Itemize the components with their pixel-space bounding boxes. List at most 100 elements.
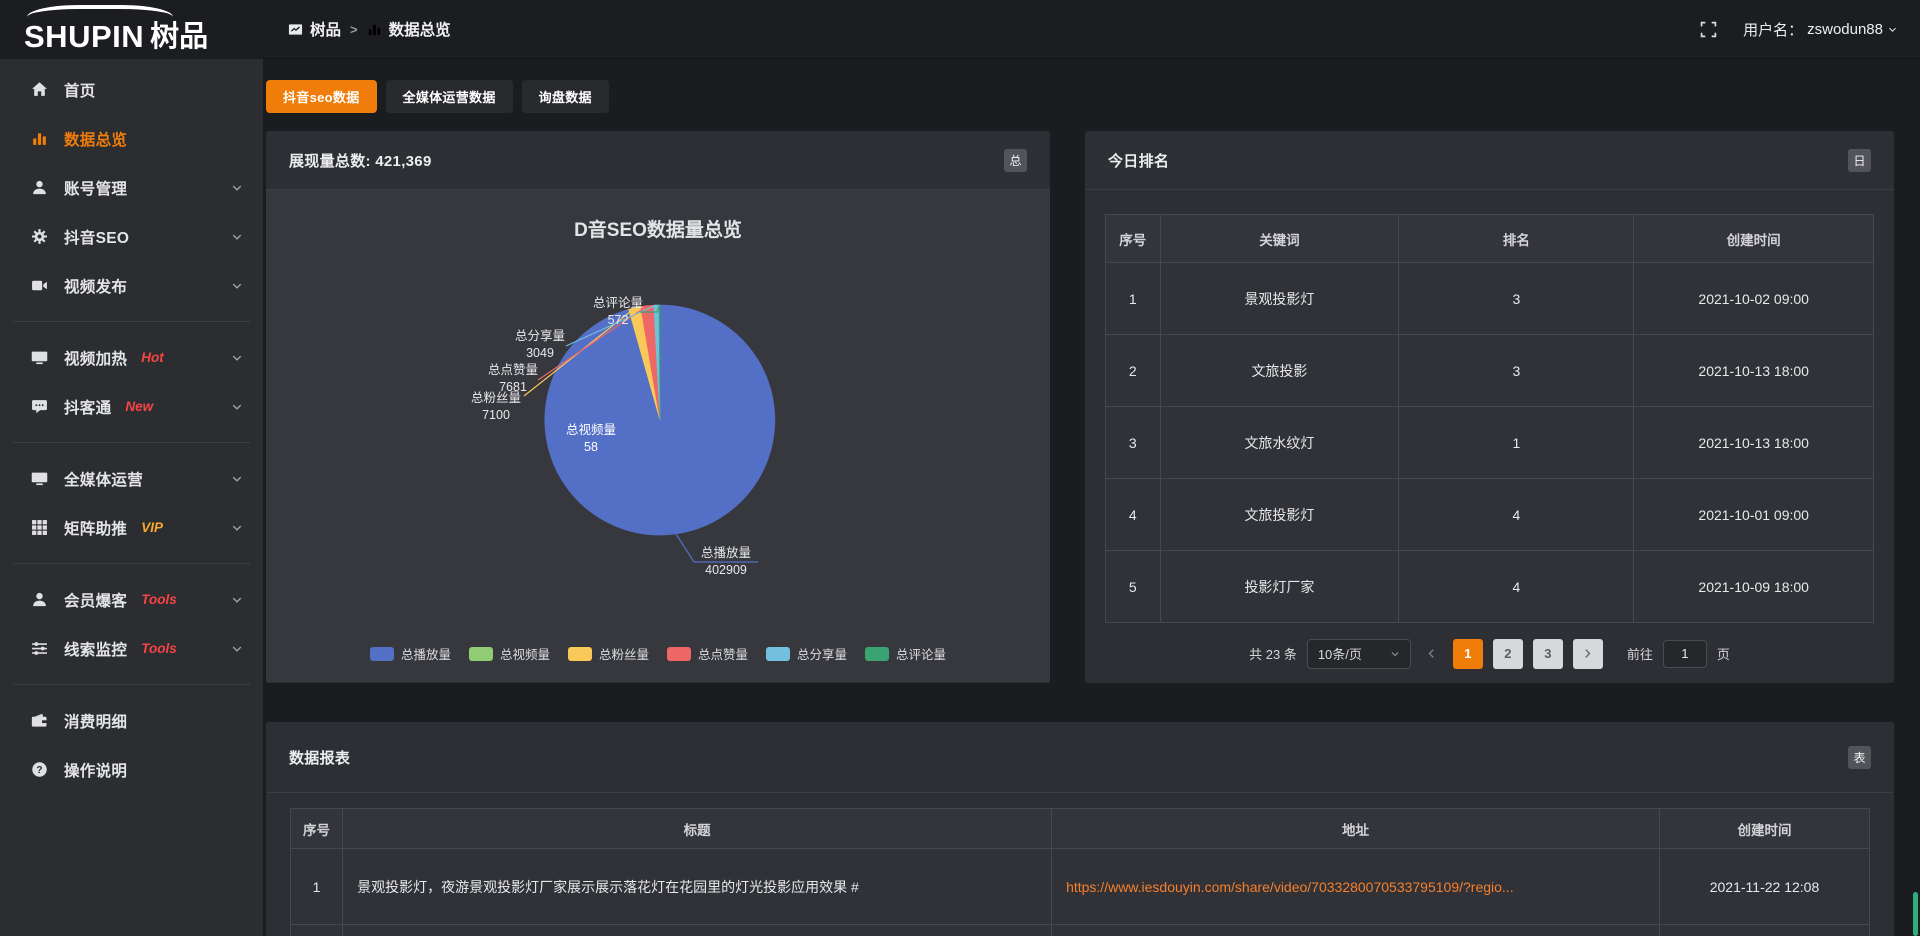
legend-swatch [667, 647, 691, 661]
rank-table-wrap: 序号关键词排名创建时间1景观投影灯32021-10-02 09:002文旅投影3… [1085, 190, 1894, 623]
pie-label-name: 总分享量 [515, 328, 565, 343]
sidebar-item-首页[interactable]: 首页 [0, 65, 263, 114]
overview-panel-header: 展现量总数: 421,369 总 [266, 131, 1050, 190]
sidebar-item-label: 数据总览 [64, 128, 127, 150]
sidebar-item-数据总览[interactable]: 数据总览 [0, 114, 263, 163]
sidebar-item-会员爆客[interactable]: 会员爆客Tools [0, 575, 263, 624]
legend-item-总粉丝量[interactable]: 总粉丝量 [568, 644, 649, 663]
table-row: 3文旅水纹灯12021-10-13 18:00 [1106, 407, 1874, 479]
table-cell: 2021-10-09 18:00 [1634, 551, 1874, 623]
app-window: SHUPIN 树品 首页数据总览账号管理抖音SEO视频发布视频加热Hot抖客通N… [0, 0, 1920, 936]
legend-item-总视频量[interactable]: 总视频量 [469, 644, 550, 663]
page-size-select[interactable]: 10条/页 [1307, 639, 1411, 669]
table-cell: 3 [1106, 407, 1161, 479]
tab-询盘数据[interactable]: 询盘数据 [522, 80, 609, 113]
sidebar-item-label: 首页 [64, 79, 96, 101]
table-cell: 2021-10-13 18:00 [1634, 407, 1874, 479]
sidebar-item-账号管理[interactable]: 账号管理 [0, 163, 263, 212]
sidebar-item-消费明细[interactable]: 消费明细 [0, 696, 263, 745]
table-cell: 景观投影灯，夜游景观投影灯厂家展示展示落花灯在花园里的灯光投影应用效果 # [343, 849, 1052, 925]
legend-item-总点赞量[interactable]: 总点赞量 [667, 644, 748, 663]
goto-page-input[interactable] [1663, 640, 1707, 668]
user-menu[interactable]: 用户名：zswodun88 [1743, 19, 1898, 40]
legend-label: 总点赞量 [698, 644, 748, 663]
sidebar-item-矩阵助推[interactable]: 矩阵助推VIP [0, 503, 263, 552]
sidebar-item-label: 视频加热 [64, 347, 127, 369]
table-cell: 文旅投影 [1160, 335, 1399, 407]
wallet-icon [31, 712, 49, 730]
legend-item-总播放量[interactable]: 总播放量 [370, 644, 451, 663]
gear-icon [31, 228, 49, 246]
sidebar-item-label: 抖客通 [64, 396, 111, 418]
legend-label: 总分享量 [797, 644, 847, 663]
chevron-down-icon [231, 594, 243, 606]
help-icon: ? [31, 761, 49, 779]
sidebar-item-线索监控[interactable]: 线索监控Tools [0, 624, 263, 673]
sidebar-item-全媒体运营[interactable]: 全媒体运营 [0, 454, 263, 503]
table-cell [1659, 925, 1869, 936]
sidebar-item-视频加热[interactable]: 视频加热Hot [0, 333, 263, 382]
data-tabs: 抖音seo数据全媒体运营数据询盘数据 [266, 80, 1894, 113]
pie-chart: D音SEO数据量总览总播放量402909总视频量58总粉丝量7100总点赞量76… [266, 190, 1050, 682]
table-row [291, 925, 1870, 936]
sidebar-item-抖客通[interactable]: 抖客通New [0, 382, 263, 431]
bar-chart-icon [367, 22, 382, 37]
pie-label-name: 总点赞量 [488, 363, 538, 377]
fullscreen-icon[interactable] [1700, 21, 1717, 38]
legend-label: 总播放量 [401, 644, 451, 663]
sidebar-item-label: 会员爆客 [64, 589, 127, 611]
pagination-page-3[interactable]: 3 [1533, 639, 1563, 669]
chevron-down-icon [1887, 24, 1898, 35]
sidebar-item-视频发布[interactable]: 视频发布 [0, 261, 263, 310]
pagination-next[interactable] [1573, 639, 1603, 669]
legend-swatch [370, 647, 394, 661]
app-logo[interactable]: SHUPIN 树品 [0, 0, 263, 59]
pagination-page-2[interactable]: 2 [1493, 639, 1523, 669]
sidebar-item-操作说明[interactable]: ?操作说明 [0, 745, 263, 794]
table-cell: 4 [1106, 479, 1161, 551]
pie-label-name: 总播放量 [701, 545, 751, 560]
sidebar: SHUPIN 树品 首页数据总览账号管理抖音SEO视频发布视频加热Hot抖客通N… [0, 0, 263, 936]
tab-全媒体运营数据[interactable]: 全媒体运营数据 [386, 80, 513, 113]
legend-item-总评论量[interactable]: 总评论量 [865, 644, 946, 663]
pie-label-value: 7100 [482, 408, 510, 422]
table-cell: 3 [1399, 335, 1634, 407]
tab-抖音seo数据[interactable]: 抖音seo数据 [266, 80, 377, 113]
pagination-prev[interactable] [1421, 648, 1443, 659]
pagination-page-1[interactable]: 1 [1453, 639, 1483, 669]
legend-swatch [865, 647, 889, 661]
legend-swatch [469, 647, 493, 661]
username-label: 用户名： [1743, 19, 1803, 40]
report-table-badge[interactable]: 表 [1848, 746, 1871, 769]
breadcrumb-item-树品[interactable]: 树品 [288, 18, 341, 40]
logo-arc-decoration [27, 5, 173, 17]
table-cell: 投影灯厂家 [1160, 551, 1399, 623]
table-cell: 5 [1106, 551, 1161, 623]
table-cell: 景观投影灯 [1160, 263, 1399, 335]
scrollbar-thumb[interactable] [1913, 892, 1918, 936]
rank-day-badge[interactable]: 日 [1848, 149, 1871, 172]
legend-swatch [766, 647, 790, 661]
chat-icon [31, 398, 49, 416]
breadcrumb-separator: > [350, 22, 358, 37]
overview-panel-title: 展现量总数: 421,369 [289, 150, 432, 171]
pie-label-value: 58 [584, 440, 598, 454]
sidebar-item-label: 全媒体运营 [64, 468, 143, 490]
legend-label: 总评论量 [896, 644, 946, 663]
breadcrumb-label: 数据总览 [389, 18, 451, 40]
breadcrumb-item-数据总览[interactable]: 数据总览 [367, 18, 451, 40]
rank-panel-title: 今日排名 [1108, 150, 1169, 171]
chevron-down-icon [231, 643, 243, 655]
pie-chart-svg: D音SEO数据量总览总播放量402909总视频量58总粉丝量7100总点赞量76… [266, 190, 1050, 682]
legend-item-总分享量[interactable]: 总分享量 [766, 644, 847, 663]
report-link[interactable]: https://www.iesdouyin.com/share/video/70… [1066, 879, 1514, 895]
table-cell [1052, 925, 1660, 936]
chevron-down-icon [231, 522, 243, 534]
table-row: 1景观投影灯，夜游景观投影灯厂家展示展示落花灯在花园里的灯光投影应用效果 #ht… [291, 849, 1870, 925]
pie-label-name: 总评论量 [593, 296, 643, 310]
table-cell: 3 [1399, 263, 1634, 335]
overview-total-badge[interactable]: 总 [1004, 149, 1027, 172]
panels-grid: 展现量总数: 421,369 总 D音SEO数据量总览总播放量402909总视频… [266, 131, 1894, 683]
column-header: 标题 [343, 809, 1052, 849]
sidebar-item-抖音SEO[interactable]: 抖音SEO [0, 212, 263, 261]
